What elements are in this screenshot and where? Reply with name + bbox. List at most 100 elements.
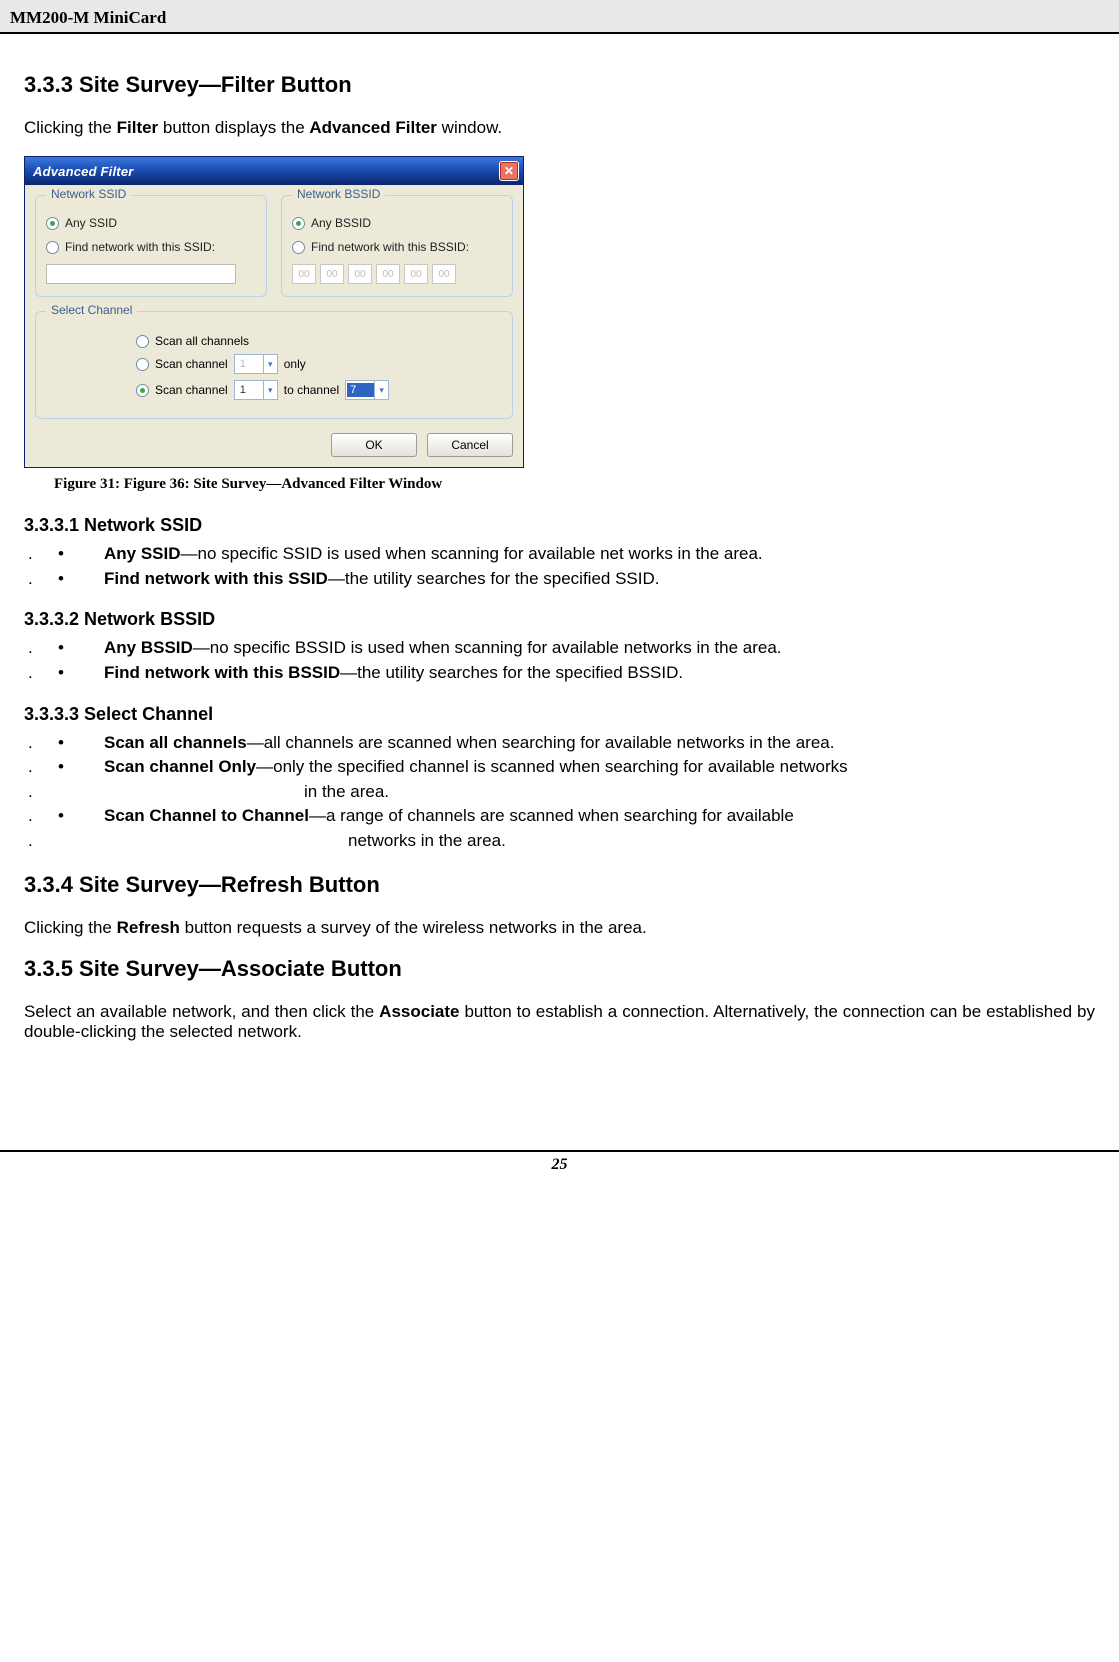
dropdown-value: 7: [347, 383, 374, 397]
text: button requests a survey of the wireless…: [180, 918, 647, 937]
text: window.: [437, 118, 502, 137]
heading-3-3-3-1: 3.3.3.1 Network SSID: [24, 515, 1095, 536]
text: button displays the: [158, 118, 309, 137]
dropdown-value: 1: [235, 384, 263, 396]
leading-dot: .: [24, 829, 58, 854]
bullet-icon: •: [58, 755, 104, 780]
term: Scan all channels: [104, 733, 247, 752]
desc: —all channels are scanned when searching…: [247, 733, 835, 752]
leading-dot: .: [24, 636, 58, 661]
radio-scan-only[interactable]: [136, 358, 149, 371]
bssid-octet-input[interactable]: 00: [348, 264, 372, 284]
channel-to-dropdown[interactable]: 7 ▾: [345, 380, 389, 400]
desc: —no specific SSID is used when scanning …: [181, 544, 763, 563]
radio-label: to channel: [284, 383, 339, 397]
heading-3-3-3: 3.3.3 Site Survey—Filter Button: [24, 72, 1095, 98]
leading-dot: .: [24, 542, 58, 567]
radio-label: Find network with this SSID:: [65, 240, 215, 254]
bullet-icon: •: [58, 661, 104, 686]
term: Any BSSID: [104, 638, 193, 657]
desc: in the area.: [58, 780, 1095, 805]
bullet-list-bssid: . • Any BSSID—no specific BSSID is used …: [24, 636, 1095, 685]
list-item: . • Scan Channel to Channel—a range of c…: [24, 804, 1095, 829]
heading-3-3-3-2: 3.3.3.2 Network BSSID: [24, 609, 1095, 630]
para-3-3-5: Select an available network, and then cl…: [24, 1002, 1095, 1042]
list-item: . • Find network with this BSSID—the uti…: [24, 661, 1095, 686]
leading-dot: .: [24, 731, 58, 756]
text-bold: Filter: [117, 118, 159, 137]
radio-scan-all[interactable]: [136, 335, 149, 348]
bullet-icon: •: [58, 731, 104, 756]
list-item: . • Find network with this SSID—the util…: [24, 567, 1095, 592]
list-item-continuation: . in the area.: [24, 780, 1095, 805]
text: Clicking the: [24, 118, 117, 137]
ok-button[interactable]: OK: [331, 433, 417, 457]
text-bold: Associate: [379, 1002, 459, 1021]
list-item: . • Any BSSID—no specific BSSID is used …: [24, 636, 1095, 661]
bssid-octet-input[interactable]: 00: [432, 264, 456, 284]
radio-any-bssid[interactable]: [292, 217, 305, 230]
radio-scan-range[interactable]: [136, 384, 149, 397]
channel-from-dropdown[interactable]: 1 ▾: [234, 380, 278, 400]
para-3-3-4: Clicking the Refresh button requests a s…: [24, 918, 1095, 938]
leading-dot: .: [24, 567, 58, 592]
group-select-channel: Select Channel Scan all channels Scan ch…: [35, 311, 513, 419]
chevron-down-icon: ▾: [263, 381, 277, 399]
page-header: MM200-M MiniCard: [0, 0, 1119, 34]
bullet-icon: •: [58, 636, 104, 661]
radio-label: Any BSSID: [311, 216, 371, 230]
radio-find-bssid[interactable]: [292, 241, 305, 254]
radio-label: Find network with this BSSID:: [311, 240, 469, 254]
advanced-filter-window: Advanced Filter ✕ Network SSID Any SSID …: [24, 156, 524, 468]
radio-find-ssid[interactable]: [46, 241, 59, 254]
bullet-icon: •: [58, 567, 104, 592]
term: Scan Channel to Channel: [104, 806, 309, 825]
product-name: MM200-M MiniCard: [10, 8, 166, 27]
term: Find network with this BSSID: [104, 663, 340, 682]
intro-3-3-3: Clicking the Filter button displays the …: [24, 118, 1095, 138]
leading-dot: .: [24, 755, 58, 780]
page-number: 25: [552, 1156, 568, 1173]
group-network-bssid: Network BSSID Any BSSID Find network wit…: [281, 195, 513, 297]
leading-dot: .: [24, 804, 58, 829]
list-item: . • Any SSID—no specific SSID is used wh…: [24, 542, 1095, 567]
cancel-button[interactable]: Cancel: [427, 433, 513, 457]
radio-any-ssid[interactable]: [46, 217, 59, 230]
dropdown-value: 1: [235, 358, 263, 370]
channel-only-dropdown[interactable]: 1 ▾: [234, 354, 278, 374]
bullet-list-ssid: . • Any SSID—no specific SSID is used wh…: [24, 542, 1095, 591]
text-bold: Refresh: [117, 918, 180, 937]
radio-label: Scan channel: [155, 383, 228, 397]
bssid-octet-input[interactable]: 00: [320, 264, 344, 284]
group-legend: Select Channel: [46, 303, 137, 317]
desc: —a range of channels are scanned when se…: [309, 806, 794, 825]
window-title: Advanced Filter: [33, 164, 499, 179]
window-titlebar[interactable]: Advanced Filter ✕: [25, 157, 523, 185]
bullet-list-channel: . • Scan all channels—all channels are s…: [24, 731, 1095, 854]
term: Find network with this SSID: [104, 569, 328, 588]
bssid-octet-input[interactable]: 00: [292, 264, 316, 284]
bssid-octet-input[interactable]: 00: [376, 264, 400, 284]
group-legend: Network BSSID: [292, 187, 385, 201]
leading-dot: .: [24, 661, 58, 686]
term: Any SSID: [104, 544, 181, 563]
page-footer: 25: [0, 1150, 1119, 1184]
heading-3-3-4: 3.3.4 Site Survey—Refresh Button: [24, 872, 1095, 898]
list-item: . • Scan all channels—all channels are s…: [24, 731, 1095, 756]
bssid-octet-input[interactable]: 00: [404, 264, 428, 284]
page-content: 3.3.3 Site Survey—Filter Button Clicking…: [0, 34, 1119, 1070]
bullet-icon: •: [58, 804, 104, 829]
radio-label: Any SSID: [65, 216, 117, 230]
radio-label: Scan channel: [155, 357, 228, 371]
text-bold: Advanced Filter: [309, 118, 437, 137]
desc: networks in the area.: [58, 829, 1095, 854]
group-network-ssid: Network SSID Any SSID Find network with …: [35, 195, 267, 297]
ssid-input[interactable]: [46, 264, 236, 284]
term: Scan channel Only: [104, 757, 256, 776]
text: Select an available network, and then cl…: [24, 1002, 379, 1021]
desc: —the utility searches for the specified …: [340, 663, 683, 682]
close-icon[interactable]: ✕: [499, 161, 519, 181]
figure-caption: Figure 31: Figure 36: Site Survey—Advanc…: [54, 476, 1095, 493]
radio-label: Scan all channels: [155, 334, 249, 348]
bullet-icon: •: [58, 542, 104, 567]
